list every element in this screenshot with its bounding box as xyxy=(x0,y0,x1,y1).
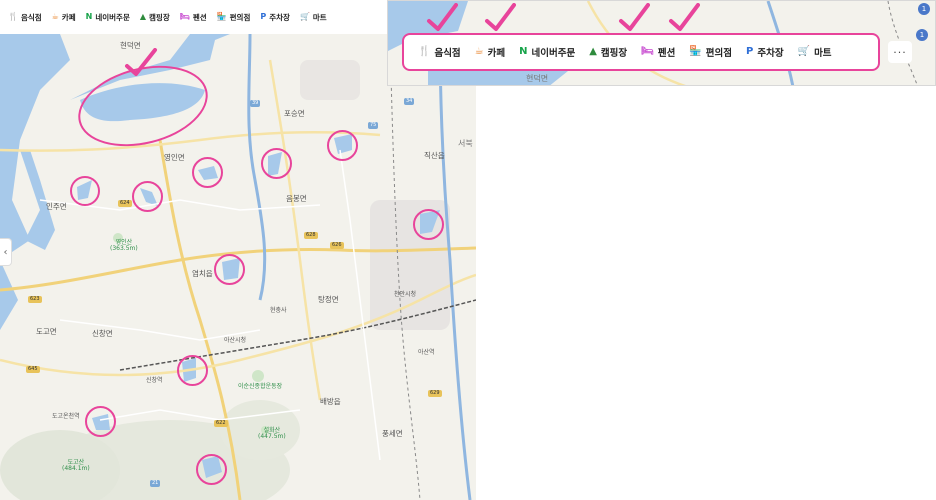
more-categories-button[interactable]: ··· xyxy=(888,41,912,63)
map-label-sinchang: 신창면 xyxy=(92,329,113,338)
category-restaurant[interactable]: 🍴 음식점 xyxy=(418,45,461,60)
category-parking[interactable]: P 주차장 xyxy=(746,45,784,60)
map-label-tangjeong: 탕정면 xyxy=(318,295,339,304)
map-label-jiksan: 직산읍 xyxy=(424,151,445,160)
map-label-cheonan-city-hall: 천안시청 xyxy=(394,291,417,298)
category-mart[interactable]: 🛒 마트 xyxy=(797,45,832,60)
bed-icon: 🛏 xyxy=(641,46,654,57)
road-badge: 75 xyxy=(368,122,379,129)
map-label-injoo: 인주면 xyxy=(46,202,67,211)
cart-icon: 🛒 xyxy=(797,46,811,57)
road-badge: 645 xyxy=(26,366,40,373)
category-camping[interactable]: ▲ 캠핑장 xyxy=(140,12,170,23)
tent-icon: ▲ xyxy=(589,46,597,57)
map-label-poseung: 포승면 xyxy=(284,109,305,118)
map-label-baebang: 배방읍 xyxy=(320,397,341,406)
category-pension[interactable]: 🛏 펜션 xyxy=(641,45,675,60)
naver-n-icon: N xyxy=(519,46,528,57)
map-label-seolhwa: 설화산 (447.5m) xyxy=(258,427,286,440)
annotation-ring xyxy=(85,406,116,437)
check-mark-icon xyxy=(125,48,157,76)
map-label-asan-city-hall: 아산시청 xyxy=(224,337,247,344)
annotation-ring xyxy=(196,454,227,485)
map-label-sports-complex: 이순신종합운동장 xyxy=(238,383,283,390)
road-badge: 21 xyxy=(150,480,161,487)
map-label-yeomchi: 염치읍 xyxy=(192,269,213,278)
fork-knife-icon: 🍴 xyxy=(418,46,431,57)
map-label-pungse: 풍세면 xyxy=(382,429,403,438)
map-label-yeongin-mountain: 영인산 (363.5m) xyxy=(110,239,138,252)
annotation-ring xyxy=(214,254,245,285)
category-naver-order[interactable]: N 네이버주문 xyxy=(86,12,130,23)
map-label-sinchang-station: 신창역 xyxy=(146,377,163,384)
map-label-eumbong: 음봉면 xyxy=(286,194,307,203)
screenshot-root: 🍴 음식점 ☕ 카페 N 네이버주문 ▲ 캠핑장 🛏 펜션 🏪 편의점 P 주차장 🛒 마트 현… xyxy=(0,0,936,500)
bed-icon: 🛏 xyxy=(179,12,190,21)
annotation-ring xyxy=(132,181,163,212)
road-badge: 39 xyxy=(250,100,261,107)
category-convenience[interactable]: 🏪 편의점 xyxy=(217,12,251,23)
parking-p-icon: P xyxy=(746,46,754,57)
category-pension[interactable]: 🛏 펜션 xyxy=(180,12,207,23)
category-parking[interactable]: P 주차장 xyxy=(260,12,290,23)
category-bar-zoomed: 🍴 음식점 ☕ 카페 N 네이버주문 ▲ 캠핑장 🛏 펜션 🏪 편의점 P 주차장 🛒 마트 xyxy=(402,33,880,71)
map-label-hyeonchungsa: 현충사 xyxy=(270,307,287,314)
route-badge: 1 xyxy=(916,29,928,41)
collapse-panel-button[interactable]: ‹ xyxy=(0,238,12,266)
category-mart[interactable]: 🛒 마트 xyxy=(300,12,327,23)
route-badge: 1 xyxy=(918,3,930,15)
map-label-seobuk: 서북 xyxy=(458,139,473,148)
road-badge: 624 xyxy=(118,200,132,207)
check-mark-icon xyxy=(485,3,516,31)
annotation-ring xyxy=(327,130,358,161)
road-badge: 622 xyxy=(214,420,228,427)
map-label-yeongin: 영인면 xyxy=(164,153,185,162)
naver-n-icon: N xyxy=(85,12,93,21)
road-badge: 628 xyxy=(304,232,318,239)
annotation-ring xyxy=(177,355,208,386)
category-convenience[interactable]: 🏪 편의점 xyxy=(689,45,732,60)
chevron-left-icon: ‹ xyxy=(3,246,8,258)
annotation-ring xyxy=(70,176,100,206)
road-badge: 629 xyxy=(428,390,442,397)
road-badge: 34 xyxy=(404,98,415,105)
parking-p-icon: P xyxy=(260,12,267,21)
map-label-dogo-mountain: 도고산 (484.1m) xyxy=(62,459,90,472)
check-mark-icon xyxy=(619,3,650,31)
store-icon: 🏪 xyxy=(216,12,227,21)
road-badge: 623 xyxy=(28,296,42,303)
coffee-cup-icon: ☕ xyxy=(51,12,59,21)
annotation-ring xyxy=(192,157,223,188)
category-restaurant[interactable]: 🍴 음식점 xyxy=(8,12,42,23)
map-label-dogo: 도고면 xyxy=(36,327,57,336)
annotation-ring xyxy=(413,209,444,240)
cart-icon: 🛒 xyxy=(299,12,310,21)
zoomed-category-panel: 1 1 🍴 음식점 ☕ 카페 N 네이버주문 ▲ 캠핑장 🛏 펜션 🏪 편의점 P 주차장 🛒… xyxy=(387,0,936,86)
annotation-ring xyxy=(261,148,292,179)
tent-icon: ▲ xyxy=(139,12,147,21)
road-badge: 626 xyxy=(330,242,344,249)
map-label-asan-yeok: 아산역 xyxy=(418,349,435,356)
category-cafe[interactable]: ☕ 카페 xyxy=(474,45,505,60)
coffee-cup-icon: ☕ xyxy=(474,46,484,57)
map-label-dogo-oncheon: 도고온천역 xyxy=(52,413,80,420)
category-naver-order[interactable]: N 네이버주문 xyxy=(519,45,575,60)
fork-knife-icon: 🍴 xyxy=(8,12,18,21)
check-mark-icon xyxy=(427,3,458,31)
map-label-hyeondeok-zoom: 현덕면 xyxy=(526,74,549,83)
category-camping[interactable]: ▲ 캠핑장 xyxy=(589,45,627,60)
category-cafe[interactable]: ☕ 카페 xyxy=(52,12,76,23)
check-mark-icon xyxy=(669,3,700,31)
store-icon: 🏪 xyxy=(689,46,702,57)
